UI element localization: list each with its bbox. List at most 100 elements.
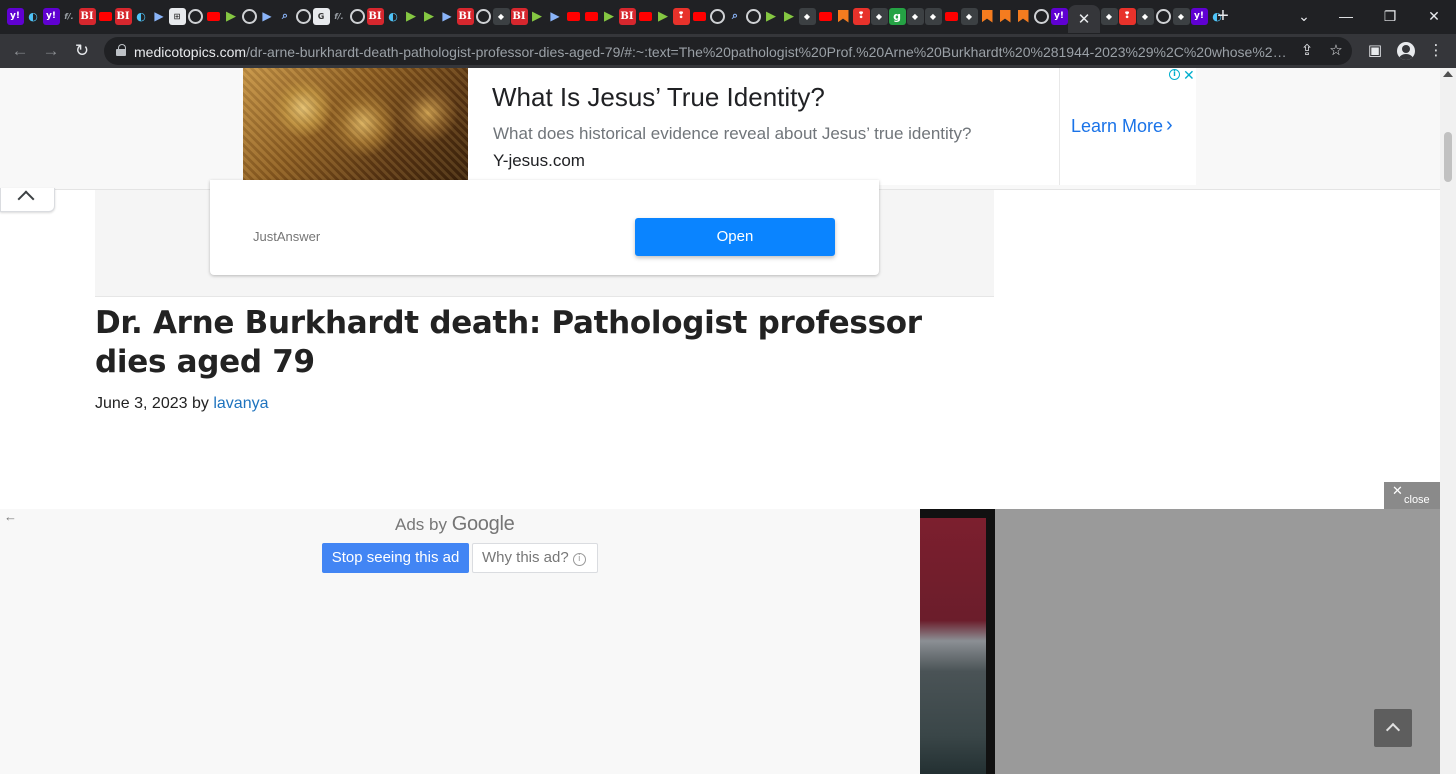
url-text[interactable]: medicotopics.com/dr-arne-burkhardt-death… [134, 44, 1289, 60]
globe-tab-favicon-icon[interactable] [474, 7, 492, 25]
youtube-tab-favicon-icon[interactable] [636, 7, 654, 25]
collapse-ad-button[interactable] [0, 188, 55, 212]
dark-tab-favicon-icon[interactable]: ◆ [906, 7, 924, 25]
youtube-tab-favicon-icon[interactable] [564, 7, 582, 25]
back-to-top-button[interactable] [1374, 709, 1412, 747]
active-tab-close-icon[interactable]: ✕ [1068, 5, 1100, 33]
orange-tab-favicon-icon[interactable] [834, 7, 852, 25]
top-ad-unit[interactable]: What Is Jesus’ True Identity? What does … [243, 68, 1196, 185]
open-button[interactable]: Open [635, 218, 835, 256]
gray-tab-favicon-icon[interactable] [150, 7, 168, 25]
yahoo-tab-favicon-icon[interactable]: y! [1050, 7, 1068, 25]
window-close-button[interactable]: ✕ [1414, 4, 1454, 28]
bi-tab-favicon-icon[interactable]: BI [510, 7, 528, 25]
page-scrollbar[interactable] [1440, 68, 1456, 774]
back-arrow-icon[interactable]: ← [4, 509, 17, 524]
dark-tab-favicon-icon[interactable]: ◆ [492, 7, 510, 25]
youtube-tab-favicon-icon[interactable] [942, 7, 960, 25]
rumble-tab-favicon-icon[interactable] [600, 7, 618, 25]
video-thumbnail[interactable] [920, 509, 995, 774]
tab-search-button[interactable]: ⌄ [1284, 4, 1324, 28]
bi-tab-favicon-icon[interactable]: BI [78, 7, 96, 25]
bi-tab-favicon-icon[interactable]: BI [114, 7, 132, 25]
author-link[interactable]: lavanya [213, 395, 268, 412]
yahoo-tab-favicon-icon[interactable]: y! [6, 7, 24, 25]
dark-tab-favicon-icon[interactable]: ◆ [798, 7, 816, 25]
restore-button[interactable]: ❐ [1370, 4, 1410, 28]
rumble-tab-favicon-icon[interactable] [402, 7, 420, 25]
bi-tab-favicon-icon[interactable]: BI [366, 7, 384, 25]
ad-description[interactable]: What does historical evidence reveal abo… [493, 124, 971, 144]
dark-tab-favicon-icon[interactable]: ◆ [960, 7, 978, 25]
letter-g-tab-favicon-icon[interactable]: G [312, 7, 330, 25]
rumble-tab-favicon-icon[interactable] [654, 7, 672, 25]
orange-tab-favicon-icon[interactable] [996, 7, 1014, 25]
gray-tab-favicon-icon[interactable] [546, 7, 564, 25]
globe-tab-favicon-icon[interactable] [1032, 7, 1050, 25]
shield-tab-favicon-icon[interactable]: ◐ [132, 7, 150, 25]
rumble-tab-favicon-icon[interactable] [780, 7, 798, 25]
globe-tab-favicon-icon[interactable] [1154, 7, 1172, 25]
search-tab-favicon-icon[interactable]: ⌕ [276, 7, 294, 25]
rumble-tab-favicon-icon[interactable] [528, 7, 546, 25]
adchoices-icon[interactable]: i [1169, 69, 1180, 80]
youtube-tab-favicon-icon[interactable] [204, 7, 222, 25]
rumble-tab-favicon-icon[interactable] [222, 7, 240, 25]
dark-tab-favicon-icon[interactable]: ◆ [1172, 7, 1190, 25]
bi-tab-favicon-icon[interactable]: BI [456, 7, 474, 25]
reload-button[interactable]: ↻ [70, 39, 94, 63]
youtube-tab-favicon-icon[interactable] [816, 7, 834, 25]
globe-tab-favicon-icon[interactable] [348, 7, 366, 25]
scroll-up-arrow-icon[interactable] [1443, 71, 1453, 77]
globe-tab-favicon-icon[interactable] [744, 7, 762, 25]
red-tab-favicon-icon[interactable]: ❢ [1118, 7, 1136, 25]
ad-domain[interactable]: Y-jesus.com [493, 151, 585, 171]
orange-tab-favicon-icon[interactable] [978, 7, 996, 25]
shield-tab-favicon-icon[interactable]: ◐ [384, 7, 402, 25]
ad-card[interactable]: JustAnswer Open [210, 180, 879, 275]
minimize-button[interactable]: — [1326, 4, 1366, 28]
dark-tab-favicon-icon[interactable]: ◆ [1100, 7, 1118, 25]
search-tab-favicon-icon[interactable]: ⌕ [726, 7, 744, 25]
globe-tab-favicon-icon[interactable] [186, 7, 204, 25]
rumble-tab-favicon-icon[interactable] [762, 7, 780, 25]
yahoo-tab-favicon-icon[interactable]: y! [1190, 7, 1208, 25]
youtube-tab-favicon-icon[interactable] [582, 7, 600, 25]
share-icon[interactable]: ⇪ [1296, 41, 1318, 61]
gray-tab-favicon-icon[interactable] [438, 7, 456, 25]
bookmark-star-icon[interactable]: ☆ [1325, 41, 1347, 61]
red-tab-favicon-icon[interactable]: ❢ [672, 7, 690, 25]
ad-image[interactable] [243, 68, 468, 185]
browser-menu-icon[interactable]: ⋮ [1424, 39, 1448, 63]
ad-close-icon[interactable]: ✕ [1183, 68, 1195, 84]
text-tab-favicon-icon[interactable]: f/. [60, 7, 78, 25]
red-tab-favicon-icon[interactable]: ❢ [852, 7, 870, 25]
dark-tab-favicon-icon[interactable]: ◆ [870, 7, 888, 25]
globe-tab-favicon-icon[interactable] [294, 7, 312, 25]
gray-tab-favicon-icon[interactable] [258, 7, 276, 25]
text-tab-favicon-icon[interactable]: f/. [330, 7, 348, 25]
scrollbar-thumb[interactable] [1444, 132, 1452, 182]
chevron-right-icon[interactable]: › [1166, 114, 1173, 137]
why-this-ad-button[interactable]: Why this ad? i [472, 543, 598, 573]
advertiser-name[interactable]: JustAnswer [253, 229, 320, 244]
new-tab-button[interactable]: + [1212, 6, 1234, 28]
globe-tab-favicon-icon[interactable] [240, 7, 258, 25]
youtube-tab-favicon-icon[interactable] [690, 7, 708, 25]
back-button[interactable]: ← [8, 39, 32, 63]
forward-button[interactable]: → [39, 39, 63, 63]
dark-tab-favicon-icon[interactable]: ◆ [1136, 7, 1154, 25]
shield-tab-favicon-icon[interactable]: ◐ [24, 7, 42, 25]
yahoo-tab-favicon-icon[interactable]: y! [42, 7, 60, 25]
orange-tab-favicon-icon[interactable] [1014, 7, 1032, 25]
ad-headline[interactable]: What Is Jesus’ True Identity? [492, 82, 825, 113]
green-tab-favicon-icon[interactable]: g [888, 7, 906, 25]
lock-icon[interactable] [116, 44, 126, 56]
video-ad-panel[interactable] [920, 509, 1440, 774]
bi-tab-favicon-icon[interactable]: BI [618, 7, 636, 25]
globe-tab-favicon-icon[interactable] [708, 7, 726, 25]
profile-avatar-icon[interactable] [1397, 42, 1415, 60]
address-bar[interactable]: medicotopics.com/dr-arne-burkhardt-death… [104, 37, 1352, 65]
rumble-tab-favicon-icon[interactable] [420, 7, 438, 25]
youtube-tab-favicon-icon[interactable] [96, 7, 114, 25]
